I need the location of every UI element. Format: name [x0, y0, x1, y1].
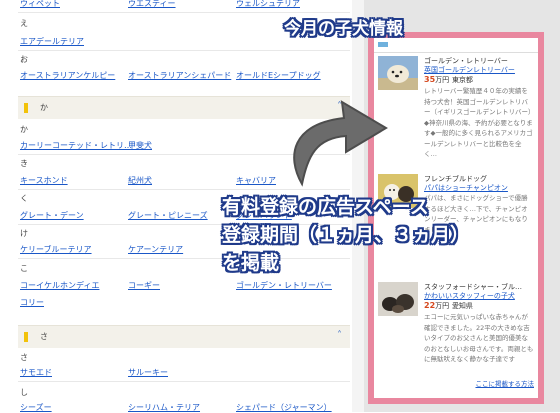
breed-link[interactable]: オールドEシープドッグ: [236, 70, 321, 81]
divider: [18, 258, 350, 259]
puppy-entry[interactable]: スタッフォードシャー・ブル… かわいいスタッフィーの子犬 22万円 愛知県 エコ…: [374, 282, 538, 378]
entry-description: エコーに元気いっぱいな赤ちゃんが確認できました。22平の大きめな吉いタイプのお父…: [424, 313, 534, 363]
breed-link[interactable]: グレート・デーン: [20, 210, 84, 221]
divider: [18, 50, 350, 51]
breed-link[interactable]: ウェルシュテリア: [236, 0, 300, 9]
entry-title-link[interactable]: かわいいスタッフィーの子犬: [424, 291, 534, 301]
entry-location: 愛知県: [451, 302, 473, 310]
breed-link[interactable]: ウィペット: [20, 0, 60, 9]
entry-price: 35万円 東京都: [424, 75, 473, 85]
puppy-entry[interactable]: ゴールデン・レトリーバー 英国ゴールデンレトリーバー 35万円 東京都 レトリー…: [374, 56, 538, 166]
puppy-photo[interactable]: [378, 56, 418, 90]
kana-heading: お: [20, 55, 28, 64]
kana-heading: さ: [20, 353, 28, 362]
entry-price: 22万円 愛知県: [424, 301, 473, 311]
breed-link[interactable]: シェパード（ジャーマン）: [236, 402, 332, 413]
breed-link[interactable]: コーギー: [128, 280, 160, 291]
divider: [18, 189, 350, 190]
kana-heading: く: [20, 194, 28, 203]
entry-title-link[interactable]: 英国ゴールデンレトリーバー: [424, 65, 534, 75]
kana-heading: か: [20, 125, 28, 134]
price-value: 35: [424, 75, 436, 84]
breed-link[interactable]: コリー: [20, 297, 44, 308]
how-to-list-link[interactable]: ここに掲載する方法: [374, 378, 535, 388]
price-value: 22: [424, 301, 436, 310]
breed-link[interactable]: ケリーブルーテリア: [20, 244, 92, 255]
breed-link[interactable]: コーイケルホンディエ: [20, 280, 99, 291]
breed-link[interactable]: サルーキー: [128, 367, 168, 378]
breed-link[interactable]: 甲斐犬: [128, 140, 152, 151]
section-marker: [24, 332, 28, 342]
puppy-photo[interactable]: [378, 282, 418, 316]
breed-link[interactable]: オーストラリアンシェパード: [128, 70, 231, 81]
section-label: か: [40, 103, 48, 112]
entry-location: 東京都: [451, 76, 473, 84]
panel-header: [374, 38, 538, 53]
breed-link[interactable]: 紀州犬: [128, 175, 152, 186]
breed-link[interactable]: シーズー: [20, 402, 52, 413]
curved-arrow-icon: [293, 100, 388, 187]
breed-link[interactable]: キースホンド: [20, 175, 68, 186]
overlay-title: 今月の子犬情報: [284, 19, 403, 39]
overlay-line-3: を掲載: [222, 252, 280, 274]
kana-heading: こ: [20, 264, 28, 273]
price-unit: 万円: [435, 76, 450, 84]
divider: [18, 381, 350, 382]
section-label: さ: [40, 332, 48, 341]
breed-link[interactable]: サモエド: [20, 367, 52, 378]
entry-title-link[interactable]: パパはショーチャンピオン: [424, 183, 534, 193]
overlay-line-2: 登録期間（１ヵ月、３ヵ月）: [222, 224, 470, 246]
kana-heading: き: [20, 159, 28, 168]
kana-heading: し: [20, 388, 28, 397]
panel-header-marker: [378, 42, 388, 47]
section-header-sa: さ ˄: [18, 325, 350, 348]
divider: [18, 12, 350, 13]
breed-link[interactable]: ウエスティー: [128, 0, 176, 9]
kana-heading: け: [20, 229, 28, 238]
breed-link[interactable]: シーリハム・テリア: [128, 402, 200, 413]
breed-link[interactable]: エアデールテリア: [20, 36, 84, 47]
price-unit: 万円: [435, 302, 450, 310]
kana-heading: え: [20, 19, 28, 28]
section-marker: [24, 103, 28, 113]
overlay-line-1: 有料登録の広告スペース: [222, 196, 429, 218]
chevron-up-icon[interactable]: ˄: [337, 330, 342, 341]
breed-link[interactable]: オーストラリアンケルピー: [20, 70, 115, 81]
breed-link[interactable]: グレート・ピレニーズ: [128, 210, 208, 221]
breed-link[interactable]: キャバリア: [236, 175, 276, 186]
entry-description: レトリーバー繁殖歴４０年の実績を持つ犬舎！英国ゴールデンレトリバー（イギリスゴー…: [424, 87, 533, 158]
breed-link[interactable]: カーリーコーテッド・レトリ…: [20, 140, 132, 151]
breed-link[interactable]: ゴールデン・レトリーバー: [236, 280, 332, 291]
breed-link[interactable]: ケアーンテリア: [128, 244, 183, 255]
